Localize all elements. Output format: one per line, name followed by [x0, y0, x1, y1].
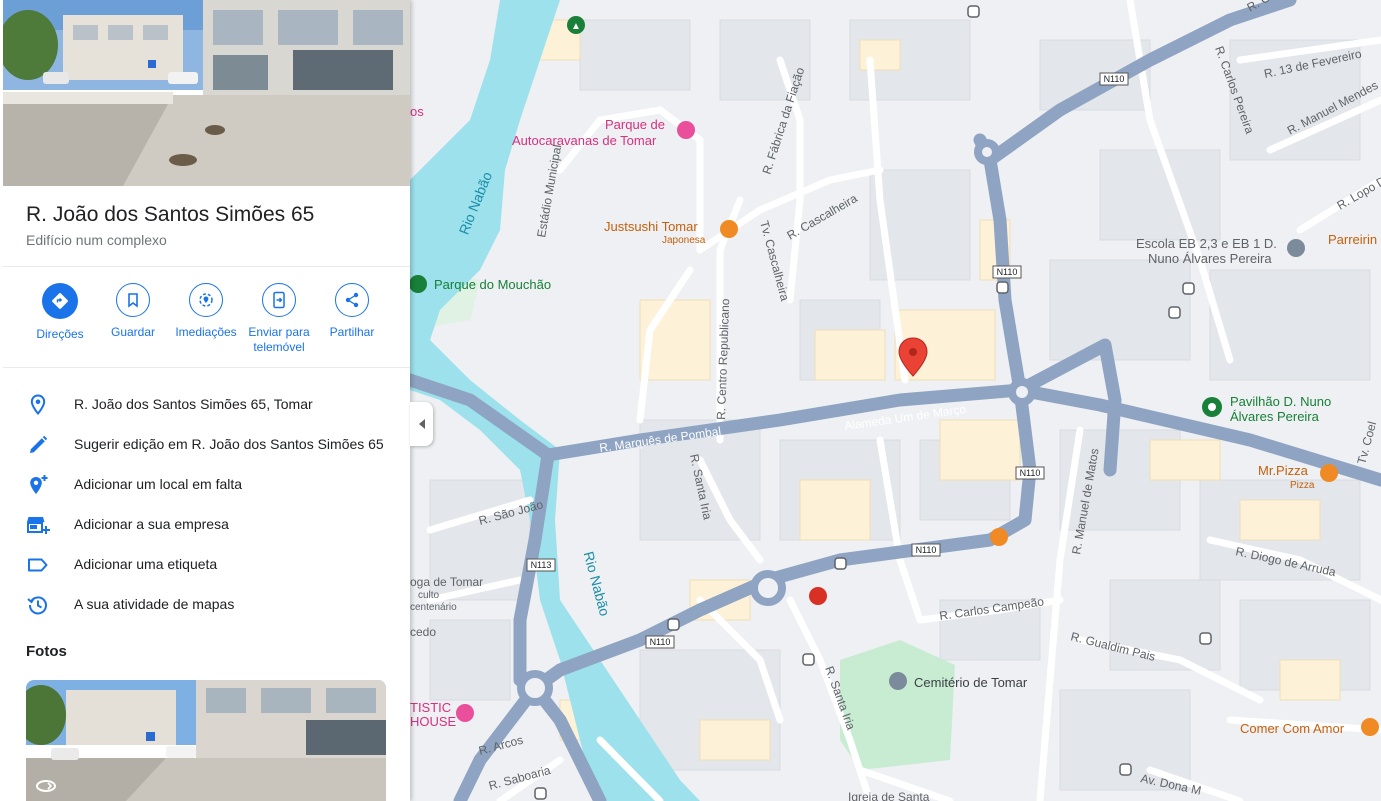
poi-label: Parque de	[605, 117, 665, 132]
send-to-phone-icon	[262, 283, 296, 317]
poi-label: Pavilhão D. Nuno	[1230, 394, 1331, 409]
nearby-button[interactable]: Imediações	[166, 283, 246, 340]
road-shield: N110	[997, 267, 1018, 277]
road-shield: N110	[1104, 74, 1125, 84]
divider	[3, 266, 410, 267]
nearby-icon	[189, 283, 223, 317]
poi-label: Autocaravanas de Tomar	[512, 133, 657, 148]
poi-label: os	[410, 104, 424, 119]
place-category: Edifício num complexo	[26, 232, 167, 248]
poi-label: HOUSE	[410, 714, 457, 729]
place-panel: R. João dos Santos Simões 65 Edifício nu…	[0, 0, 410, 801]
road-shield: N113	[531, 560, 552, 570]
pencil-icon	[30, 435, 48, 453]
street-label: cedo	[410, 625, 436, 639]
directions-icon	[42, 283, 78, 319]
suggest-edit-text: Sugerir edição em R. João dos Santos Sim…	[74, 436, 384, 452]
address-row[interactable]: R. João dos Santos Simões 65, Tomar	[0, 383, 410, 423]
send-to-phone-label: Enviar para telemóvel	[248, 325, 310, 354]
street-label: oga de Tomar	[410, 575, 483, 589]
road-shield: N110	[916, 545, 937, 555]
add-missing-place-text: Adicionar um local em falta	[74, 476, 243, 492]
add-label-text: Adicionar uma etiqueta	[74, 556, 218, 572]
add-label-row[interactable]: Adicionar uma etiqueta	[0, 543, 410, 583]
add-business-row[interactable]: Adicionar a sua empresa	[0, 503, 410, 543]
tree-icon: ▲	[571, 21, 581, 32]
divider	[3, 367, 410, 368]
directions-label: Direções	[36, 327, 84, 341]
poi-label: Mr.Pizza	[1258, 463, 1309, 478]
poi-label: Cemitério de Tomar	[914, 675, 1028, 690]
street-label: culto	[418, 590, 440, 601]
add-business-text: Adicionar a sua empresa	[74, 516, 229, 532]
collapse-panel-button[interactable]	[410, 402, 433, 446]
maps-activity-row[interactable]: A sua atividade de mapas	[0, 583, 410, 623]
history-icon	[27, 596, 47, 615]
street-label: Igreja de Santa	[848, 790, 930, 801]
add-location-icon	[30, 475, 48, 494]
address-text: R. João dos Santos Simões 65, Tomar	[74, 396, 313, 412]
suggest-edit-row[interactable]: Sugerir edição em R. João dos Santos Sim…	[0, 423, 410, 463]
share-button[interactable]: Partilhar	[312, 283, 392, 340]
photos-heading: Fotos	[26, 643, 67, 660]
add-business-icon	[27, 517, 50, 534]
bookmark-icon	[116, 283, 150, 317]
poi-label: Parque do Mouchão	[434, 277, 551, 292]
send-to-phone-button[interactable]: Enviar para telemóvel	[239, 283, 319, 355]
share-label: Partilhar	[329, 325, 375, 339]
poi-label: TISTIC	[410, 700, 451, 715]
poi-sublabel: Pizza	[1290, 480, 1315, 491]
poi-label: Justsushi Tomar	[604, 219, 698, 234]
chevron-left-icon	[418, 419, 425, 429]
poi-label: Nuno Álvares Pereira	[1148, 251, 1272, 266]
road-shield: N110	[1020, 468, 1041, 478]
directions-button[interactable]: Direções	[20, 283, 100, 342]
street-label: centenário	[410, 602, 457, 613]
poi-label: Parreirin	[1328, 232, 1377, 247]
label-icon	[28, 558, 48, 572]
poi-label: Álvares Pereira	[1230, 409, 1320, 424]
road-shield: N110	[650, 637, 671, 647]
save-button[interactable]: Guardar	[93, 283, 173, 340]
add-missing-place-row[interactable]: Adicionar um local em falta	[0, 463, 410, 503]
photo-thumbnail[interactable]	[26, 680, 386, 801]
nearby-label: Imediações	[175, 325, 237, 339]
poi-label: Escola EB 2,3 e EB 1 D.	[1136, 236, 1277, 251]
save-label: Guardar	[110, 325, 156, 339]
poi-label: Comer Com Amor	[1240, 721, 1345, 736]
place-title: R. João dos Santos Simões 65	[26, 203, 315, 226]
location-pin-icon	[30, 394, 46, 416]
maps-activity-text: A sua atividade de mapas	[74, 596, 235, 612]
place-photo[interactable]	[3, 0, 410, 186]
share-icon	[335, 283, 369, 317]
poi-sublabel: Japonesa	[662, 235, 706, 246]
